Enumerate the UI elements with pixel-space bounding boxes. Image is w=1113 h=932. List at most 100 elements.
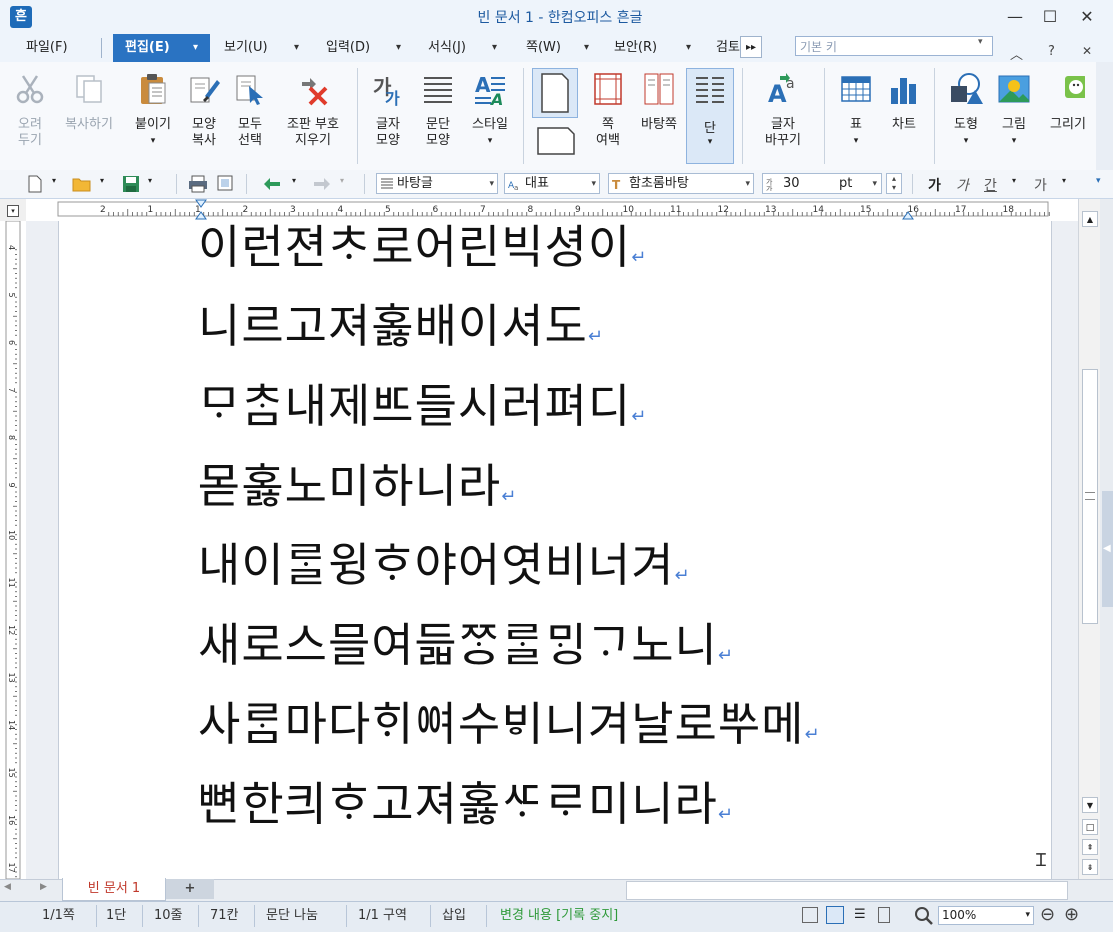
font-combo[interactable]: T 함초롬바탕 ▾ <box>608 173 754 194</box>
menu-view-arrow-icon[interactable]: ▾ <box>294 38 299 58</box>
page-select-button[interactable]: □ <box>1082 819 1098 835</box>
char-change-button[interactable]: Aa 글자 바꾸기 <box>752 68 814 149</box>
toolbar-more-icon[interactable]: ▾ <box>1096 176 1101 186</box>
cut-button[interactable]: 오려 두기 <box>8 68 52 149</box>
para-shape-button[interactable]: 문단 모양 <box>414 68 462 149</box>
text-line[interactable]: 뼌한킈ᄒᆞ고져홇ᄯᆞᄅᆞ미니라↵ <box>198 779 734 840</box>
menu-view[interactable]: 보기(U) <box>224 38 268 58</box>
vertical-ruler[interactable]: 4 5 6 7 8 9 10 11 12 13 14 15 16 17 <box>0 220 27 906</box>
save-arrow-icon[interactable]: ▾ <box>148 176 152 185</box>
style-arrow-icon[interactable]: ▾ <box>464 133 516 149</box>
status-insert-mode[interactable]: 삽입 <box>442 906 466 926</box>
format-copy-button[interactable]: 모양 복사 <box>182 68 226 149</box>
horizontal-ruler[interactable]: 2 1 1 2 3 4 5 6 7 8 9 10 11 12 13 14 15 16 17 18 <box>26 199 1054 222</box>
scroll-thumb[interactable] <box>1082 369 1098 624</box>
text-line[interactable]: 니르고져홇배이셔도↵ <box>198 301 604 362</box>
table-arrow-icon[interactable]: ▾ <box>834 133 878 149</box>
menu-file[interactable]: 파일(F) <box>26 38 68 58</box>
add-tab-button[interactable]: + <box>166 879 214 899</box>
page-landscape-button[interactable] <box>536 124 576 156</box>
menu-input[interactable]: 입력(D) <box>326 38 370 58</box>
picture-arrow-icon[interactable]: ▾ <box>992 133 1036 149</box>
column-arrow-icon[interactable]: ▾ <box>687 137 733 147</box>
zoom-in-button[interactable]: ⊕ <box>1064 904 1079 925</box>
remove-format-button[interactable]: 조판 부호 지우기 <box>276 68 350 149</box>
prev-page-button[interactable]: ⇞ <box>1082 839 1098 855</box>
view-draft-icon[interactable] <box>878 907 890 923</box>
view-full-icon[interactable] <box>802 907 818 923</box>
horizontal-scrollbar[interactable] <box>626 881 1068 900</box>
menu-review[interactable]: 검토 <box>716 38 740 58</box>
minimize-button[interactable]: — <box>1000 5 1030 29</box>
zoom-magnifier-icon[interactable] <box>914 906 934 926</box>
ruler-corner[interactable]: ▾ <box>0 199 27 222</box>
menu-format[interactable]: 서식(J) <box>428 38 466 58</box>
menu-page[interactable]: 쪽(W) <box>526 38 561 58</box>
char-shape-button[interactable]: 가가 글자 모양 <box>364 68 412 149</box>
strike-arrow-icon[interactable]: ▾ <box>1062 176 1066 185</box>
copy-button[interactable]: 복사하기 <box>58 68 120 133</box>
background-page-button[interactable]: 바탕쪽 <box>634 68 684 133</box>
menu-page-arrow-icon[interactable]: ▾ <box>584 38 589 58</box>
tab-scroll-right-icon[interactable]: ▶ <box>40 882 47 892</box>
view-page-icon[interactable] <box>826 906 844 924</box>
new-arrow-icon[interactable]: ▾ <box>52 176 56 185</box>
text-line[interactable]: 새로스믈여듧ᄍᆞᆼᄅᆞᆯᄆᆡᆼᄀᆞ노니↵ <box>198 620 734 681</box>
undo-icon[interactable] <box>262 176 284 192</box>
status-track-changes[interactable]: 변경 내용 [기록 중지] <box>500 906 618 926</box>
text-line[interactable]: 이런젼ᄎᆞ로어린빅셩이↵ <box>198 222 647 283</box>
print-icon[interactable] <box>188 175 208 193</box>
underline-arrow-icon[interactable]: ▾ <box>1012 176 1016 185</box>
help-icon[interactable]: ? <box>1048 44 1055 59</box>
italic-button[interactable]: 가 <box>956 175 969 195</box>
undo-arrow-icon[interactable]: ▾ <box>292 176 296 185</box>
text-line[interactable]: ᄆᆞᄎᆞᆷ내제ᄠᅳ들시러펴디↵ <box>198 381 647 442</box>
side-panel-toggle[interactable]: ◀ <box>1102 491 1113 607</box>
draw-button[interactable]: 그리기 <box>1040 68 1096 133</box>
preview-icon[interactable] <box>216 175 236 193</box>
text-line[interactable]: 내이ᄅᆞᆯ윙ᄒᆞ야어엿비너겨↵ <box>198 540 691 601</box>
tab-scroll-left-icon[interactable]: ◀ <box>4 882 11 892</box>
close-doc-icon[interactable]: ✕ <box>1082 44 1092 58</box>
underline-button[interactable]: 간 <box>984 175 997 195</box>
chart-button[interactable]: 차트 <box>882 68 926 133</box>
app-logo-icon[interactable]: 흔 <box>10 6 32 28</box>
vertical-scrollbar[interactable]: ▲ ▼ □ ⇞ ⇟ <box>1078 199 1101 879</box>
column-button[interactable]: 단 ▾ <box>686 68 734 164</box>
save-icon[interactable] <box>122 175 140 193</box>
select-all-button[interactable]: 모두 선택 <box>228 68 272 149</box>
next-page-button[interactable]: ⇟ <box>1082 859 1098 875</box>
ribbon-collapse-icon[interactable]: ︿ <box>1010 44 1023 63</box>
strike-button[interactable]: 가 <box>1034 175 1047 195</box>
style-select-arrow-icon[interactable]: ▾ <box>978 37 983 47</box>
redo-arrow-icon[interactable]: ▾ <box>340 176 344 185</box>
shape-arrow-icon[interactable]: ▾ <box>942 133 990 149</box>
menu-edit[interactable]: 편집(E) ▾ <box>113 34 210 62</box>
menu-security[interactable]: 보안(R) <box>614 38 657 58</box>
paste-arrow-icon[interactable]: ▾ <box>128 133 178 149</box>
menu-security-arrow-icon[interactable]: ▾ <box>686 38 691 58</box>
table-button[interactable]: 표 ▾ <box>834 68 878 149</box>
style-button[interactable]: AA 스타일 ▾ <box>464 68 516 149</box>
scroll-down-button[interactable]: ▼ <box>1082 797 1098 813</box>
redo-icon[interactable] <box>310 176 332 192</box>
menu-format-arrow-icon[interactable]: ▾ <box>492 38 497 58</box>
new-document-icon[interactable] <box>26 175 44 193</box>
maximize-button[interactable]: ☐ <box>1035 5 1065 29</box>
picture-button[interactable]: 그림 ▾ <box>992 68 1036 149</box>
font-size-combo[interactable]: 가가 30 pt ▾ <box>762 173 882 194</box>
scroll-up-button[interactable]: ▲ <box>1082 211 1098 227</box>
page-margin-button[interactable]: 쪽 여백 <box>584 68 632 149</box>
style-select[interactable]: 기본 키 <box>795 36 993 56</box>
language-combo[interactable]: Aa 대표 ▾ <box>504 173 600 194</box>
open-folder-icon[interactable] <box>72 175 92 193</box>
text-line[interactable]: 사ᄅᆞᆷ마다ᄒᆡᅇᅧ수ᄫᅵ니겨날로ᄡᅮ메↵ <box>198 699 821 760</box>
paste-button[interactable]: 붙이기 ▾ <box>128 68 178 149</box>
menu-input-arrow-icon[interactable]: ▾ <box>396 38 401 58</box>
status-page[interactable]: 1/1쪽 <box>42 906 75 926</box>
text-line[interactable]: 몯홇노미하니라↵ <box>198 461 517 522</box>
shape-button[interactable]: 도형 ▾ <box>942 68 990 149</box>
paragraph-style-combo[interactable]: 바탕글 ▾ <box>376 173 498 194</box>
view-outline-icon[interactable]: ☰ <box>854 907 866 922</box>
close-button[interactable]: ✕ <box>1072 5 1102 29</box>
